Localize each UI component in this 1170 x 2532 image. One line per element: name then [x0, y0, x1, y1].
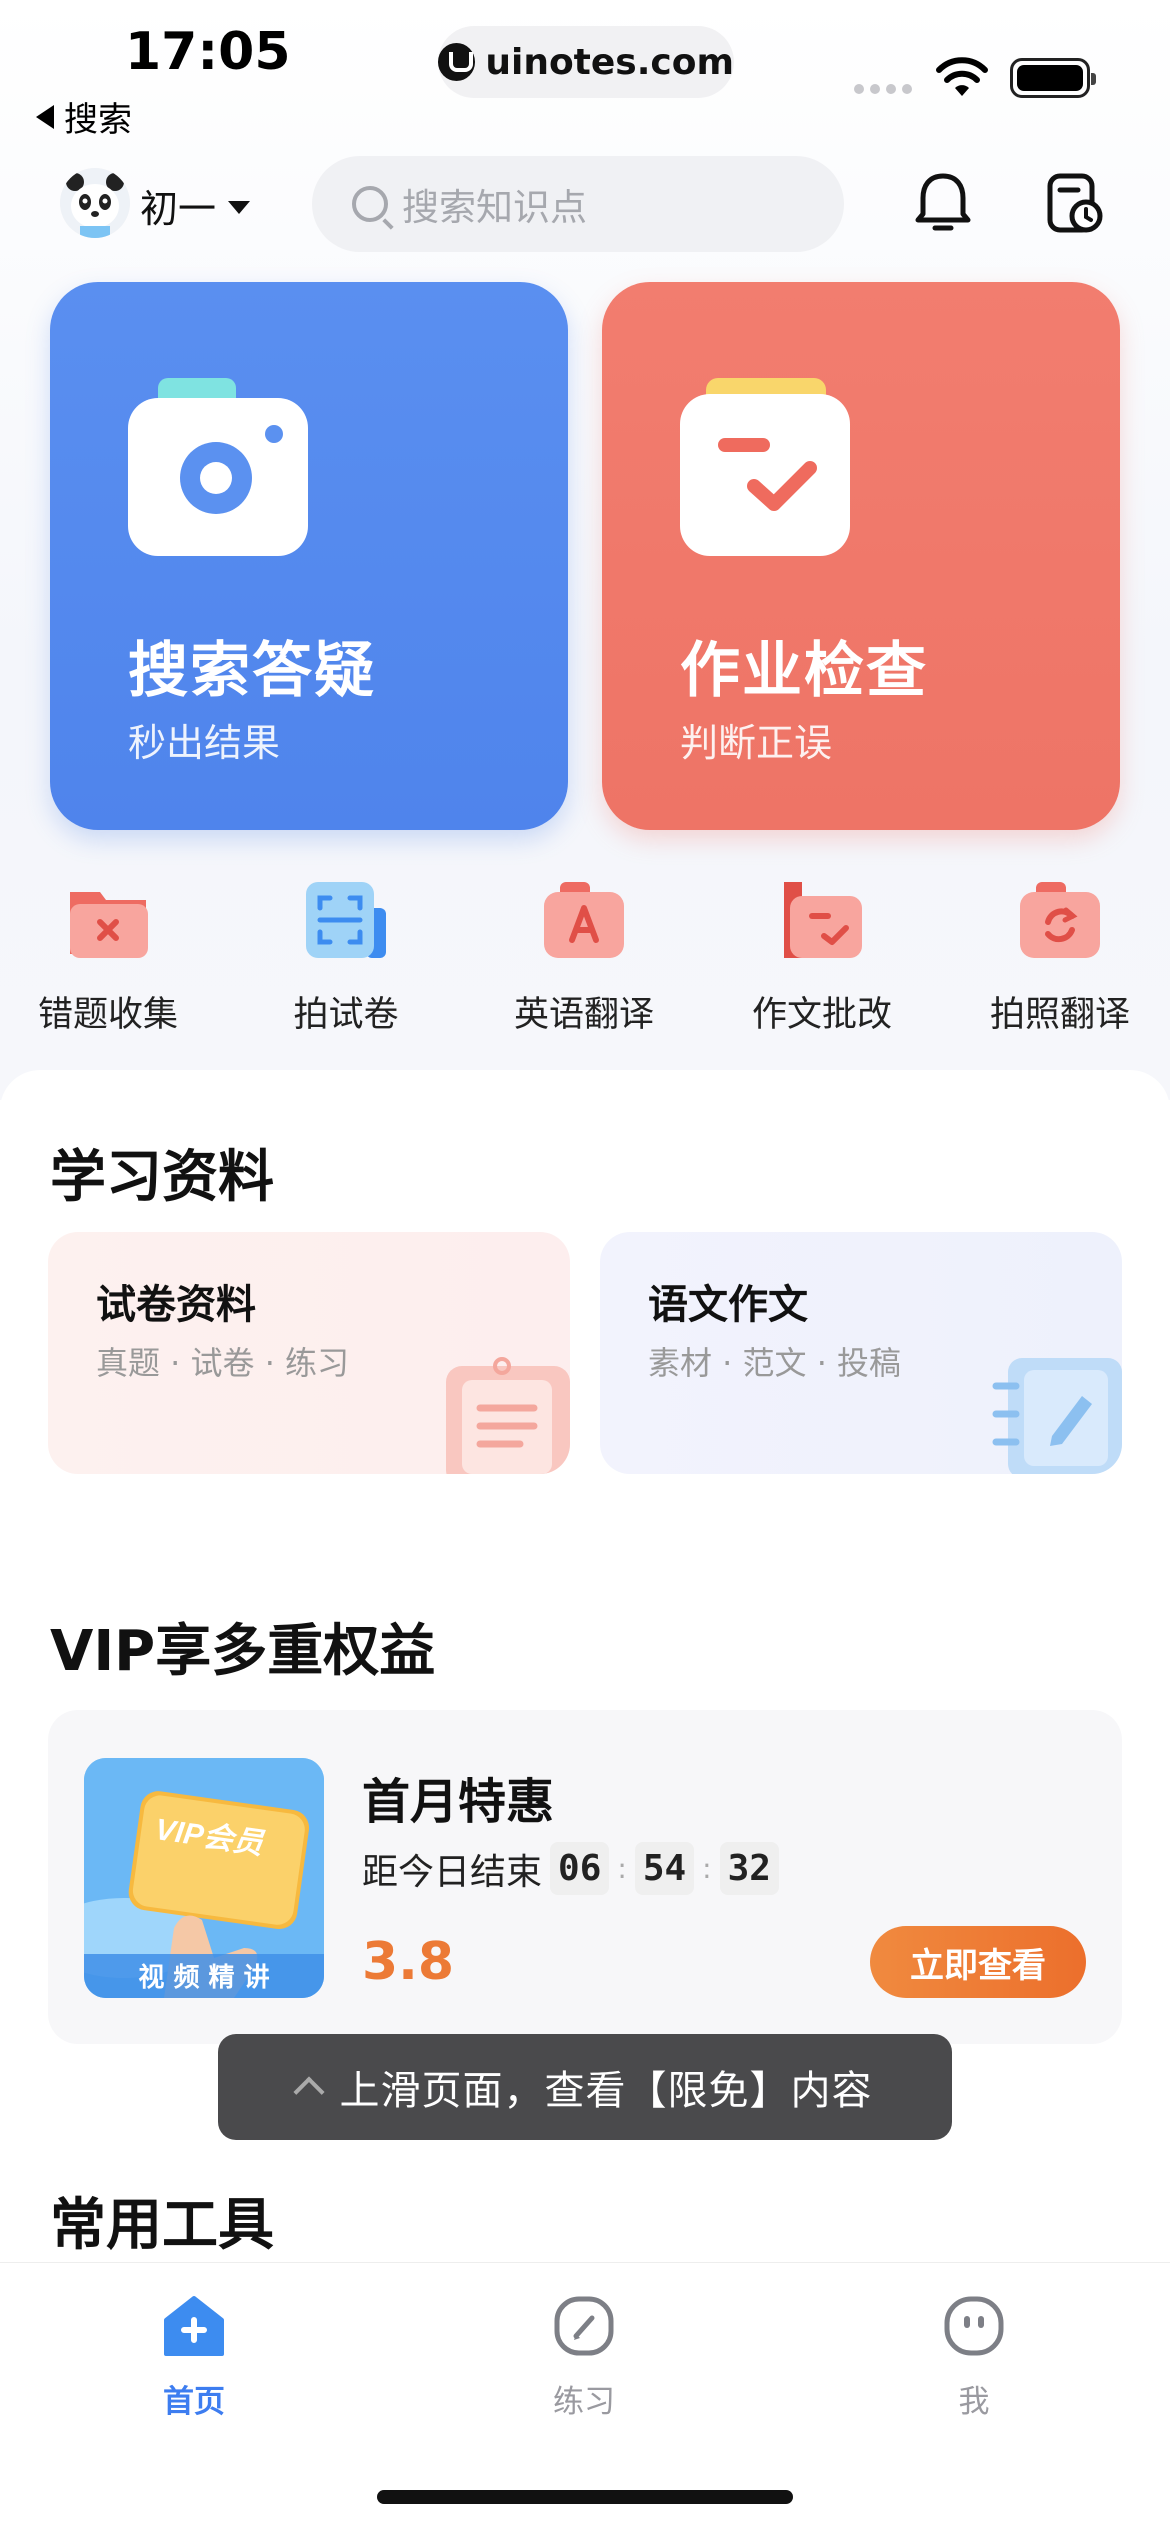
chevron-down-icon — [228, 201, 251, 214]
home-icon — [164, 2296, 224, 2356]
tab-profile[interactable]: 我 — [874, 2294, 1074, 2421]
search-answer-title: 搜索答疑 — [128, 636, 376, 706]
status-time: 17:05 — [125, 22, 291, 82]
tab-label: 我 — [958, 2384, 990, 2420]
checklist-icon — [680, 378, 850, 556]
panda-avatar-icon — [60, 168, 130, 238]
scan-icon — [306, 882, 386, 958]
tool-photo-translate[interactable]: 拍照翻译 — [960, 878, 1160, 1037]
grade-label: 初一 — [140, 187, 217, 231]
search-icon — [352, 186, 388, 222]
camera-icon — [128, 378, 308, 556]
countdown-minutes: 54 — [634, 1842, 695, 1895]
cellular-signal-icon — [854, 84, 912, 94]
vip-section-title: VIP享多重权益 — [50, 1619, 436, 1684]
countdown-seconds: 32 — [719, 1842, 779, 1895]
back-arrow-icon — [36, 104, 54, 129]
tab-label: 练习 — [553, 2384, 615, 2420]
scroll-hint-toast: 上滑页面，查看【限免】内容 — [218, 2034, 952, 2140]
exam-materials-subtitle: 真题 · 试卷 · 练习 — [96, 1344, 350, 1382]
essay-icon — [784, 882, 862, 958]
tool-label: 拍照翻译 — [989, 995, 1130, 1035]
paper-icon — [446, 1357, 570, 1474]
wifi-icon — [936, 57, 988, 96]
study-materials-title: 学习资料 — [50, 1145, 274, 1210]
tool-label: 错题收集 — [37, 995, 178, 1035]
translate-icon — [544, 882, 624, 958]
view-now-button[interactable]: 立即查看 — [870, 1926, 1086, 1998]
countdown-hours: 06 — [550, 1842, 610, 1895]
back-to-search-link[interactable]: 搜索 — [36, 92, 132, 141]
bell-icon[interactable] — [913, 170, 973, 236]
url-text: uinotes.com — [485, 41, 734, 83]
url-pill[interactable]: uinotes.com — [438, 26, 734, 98]
vip-price: 3.8 — [362, 1932, 455, 1992]
notebook-icon — [992, 1358, 1122, 1474]
search-answer-card[interactable]: 搜索答疑 秒出结果 — [50, 282, 568, 830]
vip-countdown: 距今日结束 06 : 54 : 32 — [362, 1842, 779, 1895]
common-tools-title: 常用工具 — [50, 2193, 274, 2258]
history-icon[interactable] — [1044, 170, 1104, 236]
search-answer-subtitle: 秒出结果 — [128, 721, 281, 765]
exam-materials-card[interactable]: 试卷资料 真题 · 试卷 · 练习 — [48, 1232, 570, 1474]
photo-translate-icon — [1020, 882, 1100, 958]
tab-label: 首页 — [163, 2384, 225, 2420]
search-placeholder: 搜索知识点 — [402, 186, 587, 229]
tool-label: 英语翻译 — [513, 995, 654, 1035]
tool-wrong-collection[interactable]: 错题收集 — [8, 878, 208, 1037]
exam-materials-title: 试卷资料 — [96, 1282, 256, 1328]
profile-icon — [944, 2296, 1004, 2356]
vip-image-caption: 视 频 精 讲 — [138, 1963, 269, 1993]
tab-practice[interactable]: 练习 — [484, 2294, 684, 2421]
home-indicator — [377, 2490, 793, 2504]
wrong-folder-icon — [70, 892, 148, 958]
chinese-essay-subtitle: 素材 · 范文 · 投稿 — [648, 1344, 902, 1382]
site-logo-icon — [438, 43, 476, 81]
chevron-up-icon — [292, 2076, 325, 2108]
vip-card-illustration: VIP会员 视 频 精 讲 — [84, 1758, 324, 1998]
tool-essay-correction[interactable]: 作文批改 — [722, 878, 922, 1037]
practice-icon — [554, 2296, 614, 2356]
vip-offer-name: 首月特惠 — [362, 1774, 555, 1830]
chinese-essay-title: 语文作文 — [648, 1282, 808, 1328]
avatar[interactable] — [60, 168, 130, 238]
homework-check-card[interactable]: 作业检查 判断正误 — [602, 282, 1120, 830]
battery-icon — [1010, 58, 1096, 98]
tool-english-translate[interactable]: 英语翻译 — [484, 878, 684, 1037]
homework-check-subtitle: 判断正误 — [680, 721, 833, 765]
homework-check-title: 作业检查 — [680, 636, 928, 706]
search-input[interactable]: 搜索知识点 — [312, 156, 844, 252]
vip-offer-image: VIP会员 视 频 精 讲 — [84, 1758, 324, 1998]
countdown-separator: : — [617, 1852, 627, 1885]
countdown-label: 距今日结束 — [362, 1851, 543, 1893]
countdown-separator: : — [702, 1852, 712, 1885]
tool-label: 作文批改 — [751, 995, 892, 1035]
chinese-essay-card[interactable]: 语文作文 素材 · 范文 · 投稿 — [600, 1232, 1122, 1474]
tool-label: 拍试卷 — [293, 995, 399, 1035]
tab-home[interactable]: 首页 — [94, 2294, 294, 2421]
tool-scan-paper[interactable]: 拍试卷 — [246, 878, 446, 1037]
grade-selector[interactable]: 初一 — [140, 178, 251, 233]
toast-text: 上滑页面，查看【限免】内容 — [339, 2068, 873, 2114]
back-label: 搜索 — [64, 100, 132, 140]
